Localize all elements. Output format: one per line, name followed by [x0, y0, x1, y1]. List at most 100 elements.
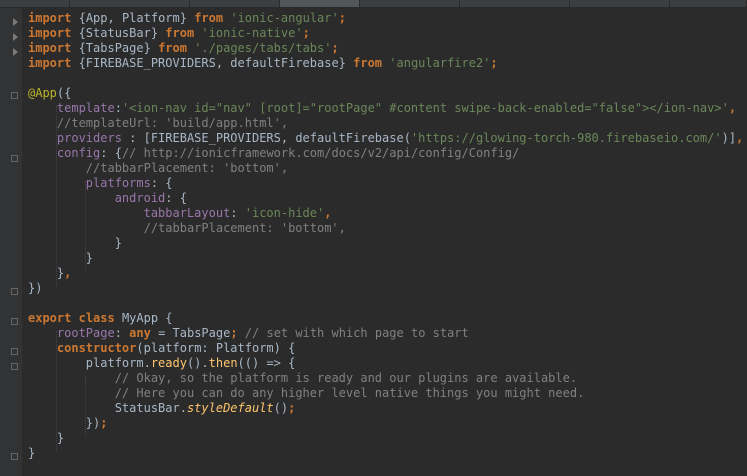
code-line[interactable]: tabbarLayout: 'icon-hide',: [28, 206, 332, 221]
editor-tab[interactable]: [569, 0, 670, 7]
code-token: ,: [736, 131, 744, 145]
fold-marker-icon[interactable]: [11, 318, 18, 325]
code-token: (): [273, 401, 289, 415]
fold-marker-icon[interactable]: [11, 155, 18, 162]
code-token: }: [28, 266, 65, 280]
code-token: }): [28, 281, 43, 295]
code-line[interactable]: constructor(platform: Platform) {: [28, 341, 295, 356]
code-line[interactable]: import {StatusBar} from 'ionic-native';: [28, 26, 310, 41]
code-token: constructor: [56, 341, 137, 355]
code-token: // Okay, so the platform is ready and ou…: [114, 371, 578, 385]
code-line[interactable]: StatusBar.styleDefault();: [28, 401, 296, 416]
code-token: // http://ionicframework.com/docs/v2/api…: [121, 146, 520, 160]
code-token: ;: [331, 41, 339, 55]
fold-marker-icon[interactable]: [11, 453, 18, 460]
code-token: ;: [302, 26, 310, 40]
code-token: }): [28, 416, 101, 430]
code-line[interactable]: import {FIREBASE_PROVIDERS, defaultFireb…: [28, 56, 498, 71]
code-token: template: [56, 101, 115, 115]
editor-tab[interactable]: [669, 0, 747, 7]
code-token: platforms: [85, 176, 151, 190]
editor-tab[interactable]: [189, 0, 280, 7]
code-token: : [FIREBASE_PROVIDERS, defaultFirebase(: [121, 131, 411, 145]
code-token: ;: [230, 326, 238, 340]
code-line[interactable]: import {App, Platform} from 'ionic-angul…: [28, 11, 346, 26]
code-line[interactable]: platforms: {: [28, 176, 173, 191]
code-token: {FIREBASE_PROVIDERS, defaultFirebase}: [71, 56, 354, 70]
code-token: ;: [490, 56, 498, 70]
fold-collapsed-icon[interactable]: [13, 48, 18, 56]
code-line[interactable]: }: [28, 251, 93, 266]
fold-collapsed-icon[interactable]: [13, 18, 18, 26]
code-token: App: [85, 11, 108, 25]
code-token: tabbarLayout: [143, 206, 231, 220]
code-line[interactable]: rootPage: any = TabsPage; // set with wh…: [28, 326, 469, 341]
fold-collapsed-icon[interactable]: [13, 33, 18, 41]
code-token: then: [208, 356, 238, 370]
code-token: }: [28, 236, 122, 250]
code-token: import: [28, 11, 72, 25]
code-line[interactable]: //tabbarPlacement: 'bottom',: [28, 161, 288, 176]
editor-tab[interactable]: [0, 0, 71, 7]
code-token: : {: [150, 176, 173, 190]
code-line[interactable]: template:'<ion-nav id="nav" [root]="root…: [28, 101, 736, 116]
code-token: '<ion-nav id="nav" [root]="rootPage" #co…: [121, 101, 729, 115]
code-line[interactable]: platform.ready().then(() => {: [28, 356, 296, 371]
code-token: = TabsPage: [150, 326, 231, 340]
code-line[interactable]: //templateUrl: 'build/app.html',: [28, 116, 288, 131]
code-token: // set with which page to start: [244, 326, 469, 340]
code-token: }: [179, 11, 195, 25]
code-line[interactable]: android: {: [28, 191, 187, 206]
code-line[interactable]: import {TabsPage} from './pages/tabs/tab…: [28, 41, 339, 56]
code-token: :: [114, 101, 122, 115]
code-token: //templateUrl: 'build/app.html',: [56, 116, 289, 130]
code-token: styleDefault: [186, 401, 274, 415]
code-token: Platform: [121, 11, 180, 25]
code-token: }: [28, 431, 65, 445]
code-line[interactable]: export class MyApp {: [28, 311, 173, 326]
editor-gutter: [0, 8, 22, 476]
editor-tab[interactable]: [460, 0, 570, 7]
editor-tab-active[interactable]: [280, 0, 361, 7]
code-line[interactable]: // Okay, so the platform is ready and ou…: [28, 371, 577, 386]
code-line[interactable]: }): [28, 281, 42, 296]
fold-marker-icon[interactable]: [11, 92, 18, 99]
code-token: 'ionic-native': [201, 26, 303, 40]
code-line[interactable]: }: [28, 431, 64, 446]
code-line[interactable]: providers : [FIREBASE_PROVIDERS, default…: [28, 131, 743, 146]
code-line[interactable]: }: [28, 446, 35, 461]
editor-tab[interactable]: [70, 0, 190, 7]
code-token: from: [158, 41, 187, 55]
editor-tab[interactable]: [360, 0, 461, 7]
code-editor[interactable]: import {App, Platform} from 'ionic-angul…: [22, 8, 747, 476]
code-token: //tabbarPlacement: 'bottom',: [143, 221, 346, 235]
fold-marker-icon[interactable]: [11, 348, 18, 355]
code-line[interactable]: }: [28, 236, 122, 251]
code-line[interactable]: });: [28, 416, 108, 431]
code-line[interactable]: },: [28, 266, 71, 281]
code-token: platform.: [28, 356, 151, 370]
code-line[interactable]: // Here you can do any higher level nati…: [28, 386, 585, 401]
code-token: rootPage: [56, 326, 115, 340]
code-token: }: [28, 446, 36, 460]
code-token: from: [194, 11, 224, 25]
code-line[interactable]: @App({: [28, 86, 71, 101]
code-token: ,: [64, 266, 72, 280]
editor-tab-bar: [0, 0, 747, 8]
fold-marker-icon[interactable]: [11, 288, 18, 295]
code-token: 'angularfire2': [389, 56, 491, 70]
code-line[interactable]: //tabbarPlacement: 'bottom',: [28, 221, 346, 236]
code-token: providers: [56, 131, 122, 145]
code-token: (() => {: [237, 356, 296, 370]
code-token: :: [114, 326, 130, 340]
code-token: }: [28, 251, 94, 265]
code-line[interactable]: config: {// http://ionicframework.com/do…: [28, 146, 519, 161]
fold-marker-icon[interactable]: [11, 363, 18, 370]
